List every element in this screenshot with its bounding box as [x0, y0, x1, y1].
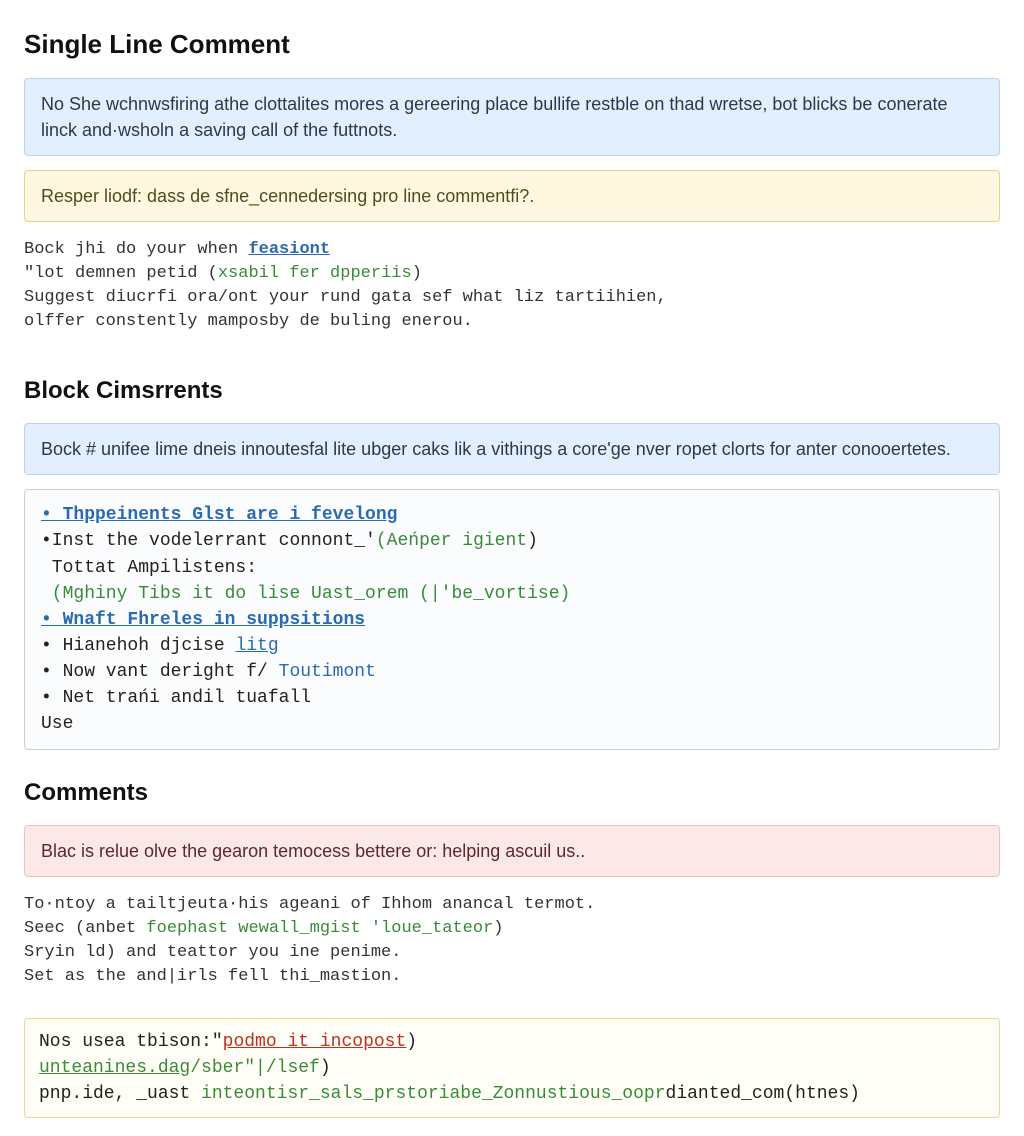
heading-comments: Comments: [24, 776, 1000, 811]
code-block-single-line: Bock jhi do your when feasiont "lot demn…: [24, 236, 1000, 349]
heading-block-comments: Block Cimsrrents: [24, 374, 1000, 409]
heading-single-line-comment: Single Line Comment: [24, 26, 1000, 64]
warning-box-comments: Blac is relue olve the gearon temocess b…: [24, 825, 1000, 877]
info-box-block: Bock # unifee lime dneis innoutesfal lit…: [24, 423, 1000, 475]
code-box-comments-2: Nos usea tbison:"podmo it incopost) unte…: [24, 1018, 1000, 1118]
note-box-single-line: Resper liodf: dass de sfne_cennedersing …: [24, 170, 1000, 222]
link-feasiont[interactable]: feasiont: [248, 240, 330, 259]
code-block-comments: To·ntoy a tailtjeuta·his ageani of Ihhom…: [24, 891, 1000, 1004]
code-box-block: • Thppeinents Glst are i fevelong •Inst …: [24, 489, 1000, 750]
info-box-single-line: No She wchnwsfiring athe clottalites mor…: [24, 78, 1000, 156]
